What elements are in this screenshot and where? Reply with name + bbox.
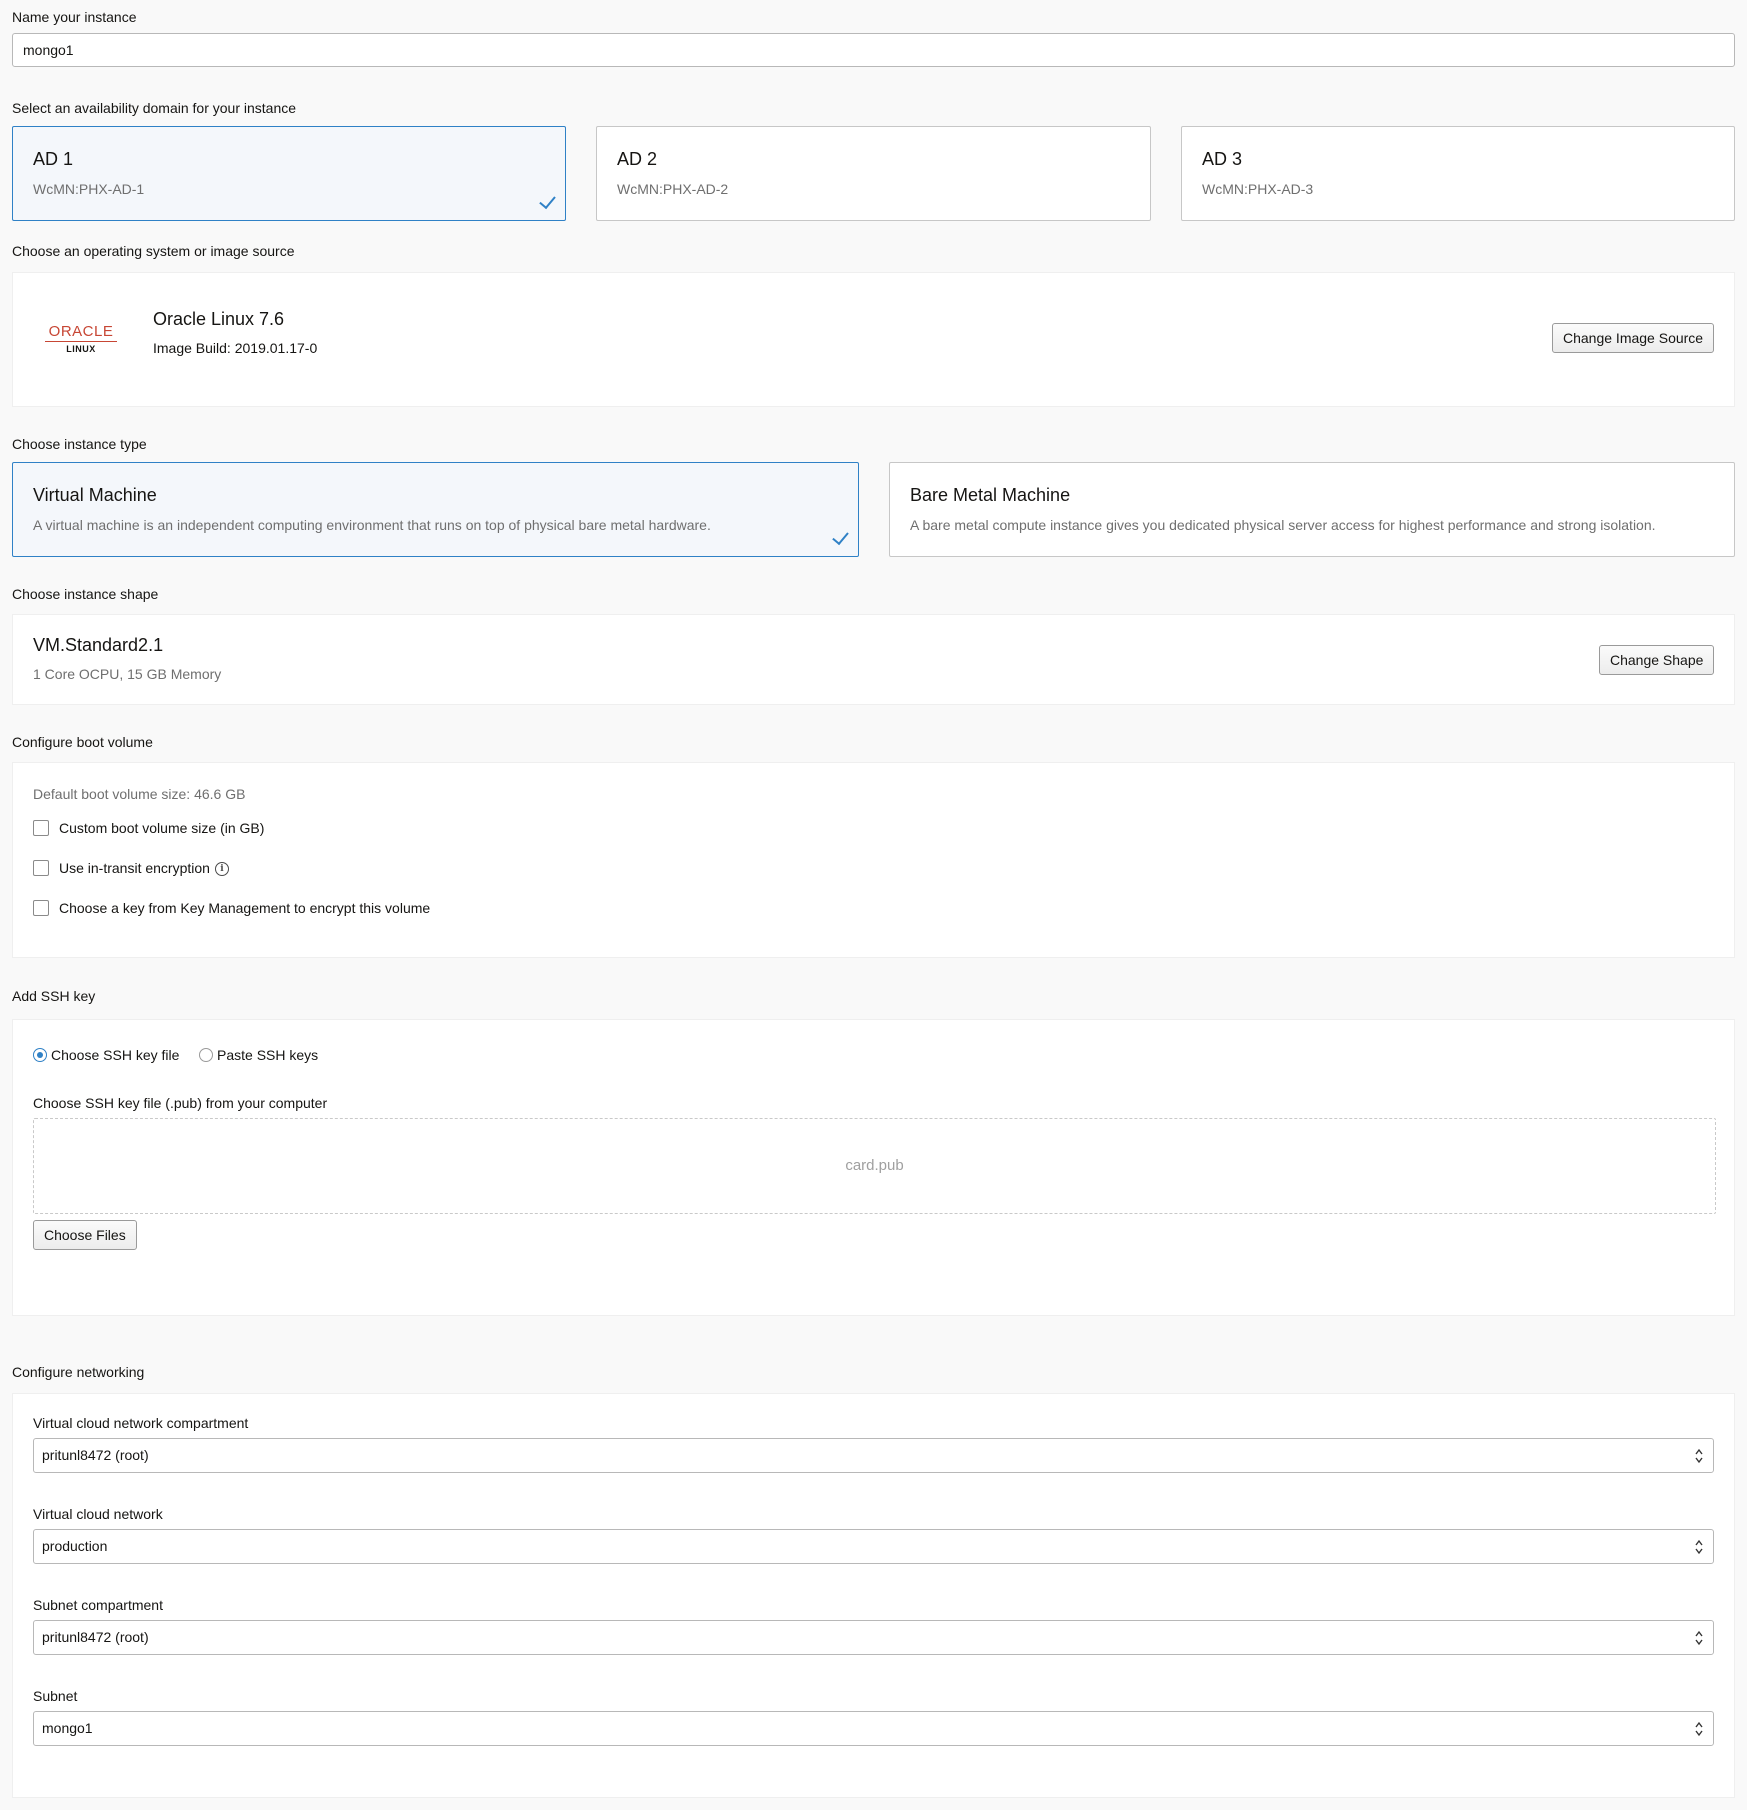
ad-option-title: AD 1 [33,149,74,169]
subnet-compartment-value: pritunl8472 (root) [42,1629,149,1645]
ad-option-subtitle: WcMN:PHX-AD-1 [33,181,145,197]
updown-arrows-icon [1695,1539,1703,1555]
updown-arrows-icon [1695,1448,1703,1464]
instance-shape-panel: VM.Standard2.1 1 Core OCPU, 15 GB Memory… [12,614,1735,705]
updown-arrows-icon [1695,1630,1703,1646]
change-shape-button[interactable]: Change Shape [1599,645,1715,675]
vcn-compartment-select[interactable]: pritunl8472 (root) [33,1438,1714,1473]
instance-type-description: A virtual machine is an independent comp… [33,517,711,533]
choose-ssh-key-file-radio[interactable] [33,1048,47,1062]
networking-panel: Virtual cloud network compartment pritun… [12,1393,1735,1798]
custom-boot-volume-label: Custom boot volume size (in GB) [59,820,265,836]
image-source-label: Choose an operating system or image sour… [12,243,295,259]
subnet-label: Subnet [33,1688,78,1704]
checkmark-icon [539,191,556,210]
ssh-file-label: Choose SSH key file (.pub) from your com… [33,1095,328,1111]
image-name: Oracle Linux 7.6 [153,309,285,329]
ad-option-subtitle: WcMN:PHX-AD-3 [1202,181,1314,197]
ad-option-2[interactable]: AD 2 WcMN:PHX-AD-2 [596,126,1151,221]
instance-type-title: Bare Metal Machine [910,485,1071,505]
key-management-label: Choose a key from Key Management to encr… [59,900,431,916]
networking-label: Configure networking [12,1364,145,1380]
availability-domain-label: Select an availability domain for your i… [12,100,297,116]
linux-logo-text: LINUX [66,344,96,354]
oracle-linux-logo: ORACLE LINUX [41,323,121,367]
checkmark-icon [832,527,849,546]
change-image-source-button[interactable]: Change Image Source [1552,323,1715,353]
ssh-key-label: Add SSH key [12,988,96,1004]
ad-option-1[interactable]: AD 1 WcMN:PHX-AD-1 [12,126,566,221]
ssh-key-panel: Choose SSH key file Paste SSH keys Choos… [12,1019,1735,1316]
in-transit-encryption-checkbox[interactable] [33,860,49,876]
oracle-logo-text: ORACLE [48,323,114,340]
choose-files-button[interactable]: Choose Files [33,1220,137,1250]
boot-volume-label: Configure boot volume [12,734,153,750]
ad-option-3[interactable]: AD 3 WcMN:PHX-AD-3 [1181,126,1735,221]
paste-ssh-keys-label[interactable]: Paste SSH keys [217,1047,318,1063]
vcn-compartment-label: Virtual cloud network compartment [33,1415,249,1431]
key-management-checkbox[interactable] [33,900,49,916]
subnet-compartment-label: Subnet compartment [33,1597,163,1613]
default-boot-volume-size: Default boot volume size: 46.6 GB [33,786,246,802]
info-icon[interactable]: i [214,862,229,877]
in-transit-encryption-label: Use in-transit encryption i [59,860,229,877]
image-source-panel: ORACLE LINUX Oracle Linux 7.6 Image Buil… [12,272,1735,407]
vcn-label: Virtual cloud network [33,1506,163,1522]
instance-name-input[interactable]: mongo1 [12,33,1735,67]
custom-boot-volume-checkbox[interactable] [33,820,49,836]
instance-type-bare-metal[interactable]: Bare Metal Machine A bare metal compute … [889,462,1735,557]
image-build: Image Build: 2019.01.17-0 [153,340,318,356]
instance-type-description: A bare metal compute instance gives you … [910,517,1656,533]
paste-ssh-keys-radio[interactable] [199,1048,213,1062]
subnet-value: mongo1 [42,1720,93,1736]
ad-option-title: AD 3 [1202,149,1243,169]
ssh-file-dropzone[interactable]: card.pub [33,1118,1716,1214]
updown-arrows-icon [1695,1721,1703,1737]
vcn-compartment-value: pritunl8472 (root) [42,1447,149,1463]
shape-details: 1 Core OCPU, 15 GB Memory [33,666,222,682]
subnet-select[interactable]: mongo1 [33,1711,1714,1746]
boot-volume-panel: Default boot volume size: 46.6 GB Custom… [12,762,1735,958]
instance-shape-label: Choose instance shape [12,586,159,602]
instance-type-label: Choose instance type [12,436,147,452]
choose-ssh-key-file-label[interactable]: Choose SSH key file [51,1047,179,1063]
vcn-select[interactable]: production [33,1529,1714,1564]
ad-option-title: AD 2 [617,149,658,169]
vcn-value: production [42,1538,108,1554]
instance-type-virtual-machine[interactable]: Virtual Machine A virtual machine is an … [12,462,859,557]
in-transit-encryption-text: Use in-transit encryption [59,860,210,876]
shape-name: VM.Standard2.1 [33,635,164,655]
ad-option-subtitle: WcMN:PHX-AD-2 [617,181,729,197]
name-label: Name your instance [12,9,137,25]
subnet-compartment-select[interactable]: pritunl8472 (root) [33,1620,1714,1655]
instance-type-title: Virtual Machine [33,485,157,505]
dropzone-filename: card.pub [845,1157,904,1174]
